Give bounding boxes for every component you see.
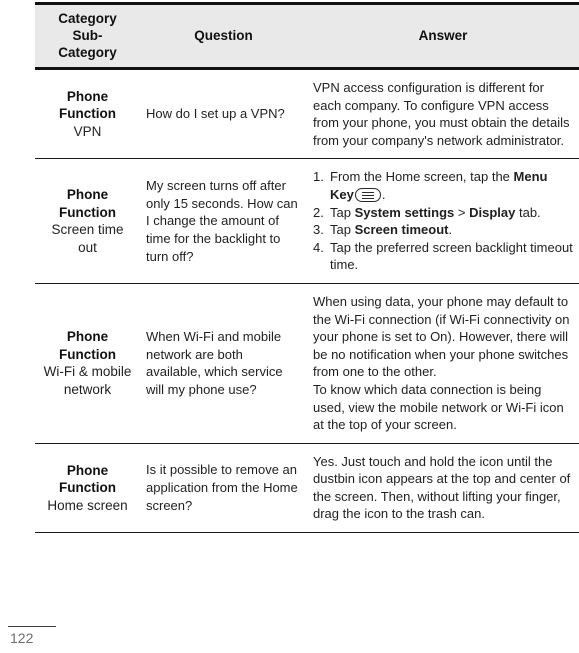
answer-paragraph: When using data, your phone may default …	[313, 293, 570, 380]
category-label: Phone Function	[59, 88, 116, 122]
column-header-answer: Answer	[307, 2, 579, 70]
step-text-pre: Tap	[330, 204, 355, 220]
table-header-row: Category Sub- Category Question Answer	[35, 2, 579, 70]
cell-answer: When using data, your phone may default …	[307, 283, 579, 444]
answer-paragraph: Yes. Just touch and hold the icon until …	[313, 453, 571, 522]
step-text-pre: From the Home screen, tap the	[330, 169, 514, 185]
cell-answer: Yes. Just touch and hold the icon until …	[307, 443, 579, 534]
step-text-post: tab.	[515, 204, 541, 220]
answer-step: Tap Screen timeout.	[313, 221, 573, 239]
cell-question: When Wi-Fi and mobile network are both a…	[140, 283, 307, 444]
table-body: Phone Function VPN How do I set up a VPN…	[35, 68, 579, 534]
cell-answer: From the Home screen, tap the Menu Key. …	[307, 158, 579, 284]
header-category-line3: Category	[58, 45, 117, 60]
step-text-pre: Tap the preferred screen backlight timeo…	[330, 239, 573, 273]
category-label: Phone Function	[59, 329, 116, 362]
answer-step: Tap System settings > Display tab.	[313, 204, 573, 222]
page-number: 122	[10, 630, 34, 646]
answer-paragraph: To know which data connection is being u…	[313, 381, 564, 433]
table-row: Phone Function Wi-Fi & mobile network Wh…	[35, 283, 579, 444]
step-bold-term: System settings	[354, 204, 455, 220]
cell-answer: VPN access configuration is different fo…	[307, 68, 579, 160]
column-header-question: Question	[140, 2, 307, 70]
step-text-mid: >	[454, 204, 470, 220]
subcategory-label: Screen time out	[51, 222, 124, 255]
subcategory-label: VPN	[73, 123, 102, 139]
step-text-pre: Tap	[330, 222, 355, 238]
column-header-category: Category Sub- Category	[35, 2, 140, 70]
step-bold-term: Screen timeout	[354, 222, 449, 238]
cell-question: My screen turns off after only 15 second…	[140, 158, 307, 284]
header-category-line1: Category	[58, 11, 117, 26]
step-bold-term-2: Display	[469, 204, 516, 220]
faq-page: Category Sub- Category Question Answer P…	[0, 0, 579, 653]
faq-table: Category Sub- Category Question Answer P…	[35, 2, 579, 534]
step-text-post: .	[448, 222, 453, 238]
answer-step-list: From the Home screen, tap the Menu Key. …	[313, 168, 573, 274]
subcategory-label: Home screen	[47, 497, 128, 513]
cell-category: Phone Function Screen time out	[35, 158, 140, 284]
cell-question: Is it possible to remove an application …	[140, 443, 307, 534]
category-label: Phone Function	[59, 187, 116, 220]
header-category-line2: Sub-	[72, 28, 103, 43]
subcategory-label: Wi-Fi & mobile network	[43, 364, 132, 397]
cell-category: Phone Function VPN	[35, 68, 140, 160]
table-row: Phone Function Home screen Is it possibl…	[35, 443, 579, 534]
footer-divider	[8, 625, 56, 627]
cell-category: Phone Function Home screen	[35, 443, 140, 534]
menu-key-icon	[354, 187, 381, 202]
cell-category: Phone Function Wi-Fi & mobile network	[35, 283, 140, 444]
cell-question: How do I set up a VPN?	[140, 68, 307, 160]
answer-step: From the Home screen, tap the Menu Key.	[313, 168, 573, 203]
table-row: Phone Function VPN How do I set up a VPN…	[35, 68, 579, 160]
table-row: Phone Function Screen time out My screen…	[35, 158, 579, 284]
step-text-post: .	[381, 186, 386, 202]
page-footer: 122	[0, 625, 100, 647]
answer-step: Tap the preferred screen backlight timeo…	[313, 239, 573, 274]
category-label: Phone Function	[59, 462, 116, 496]
table-header: Category Sub- Category Question Answer	[35, 2, 579, 70]
answer-paragraph: VPN access configuration is different fo…	[313, 80, 570, 148]
